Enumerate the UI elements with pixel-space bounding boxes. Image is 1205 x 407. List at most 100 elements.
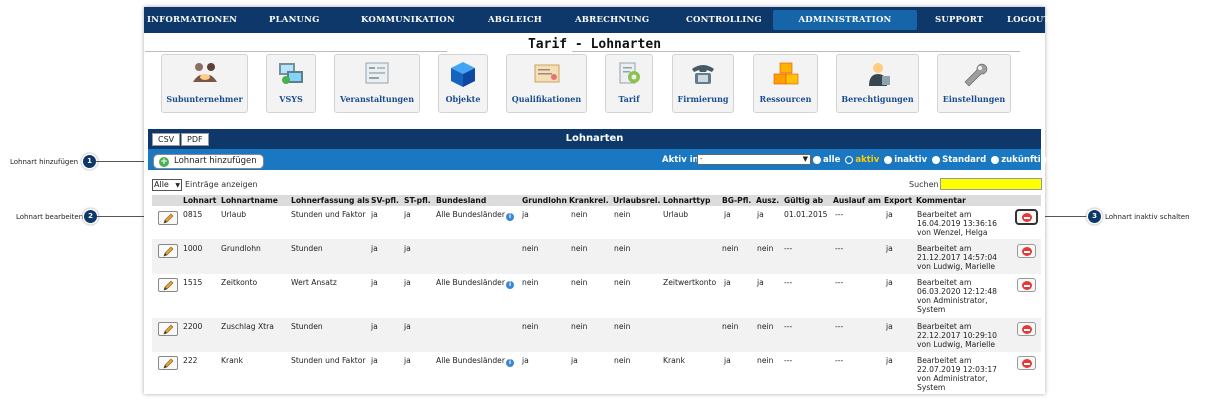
tile-einstellungen[interactable]: Einstellungen — [937, 54, 1011, 113]
cell-sv: ja — [371, 210, 378, 219]
col-krankrel[interactable]: Krankrel. — [569, 195, 609, 206]
deactivate-button[interactable] — [1017, 322, 1036, 336]
deactivate-button[interactable] — [1017, 356, 1036, 370]
cell-grundlohn: ja — [522, 210, 529, 219]
col-export[interactable]: Export — [884, 195, 912, 206]
nav-abgleich[interactable]: ABGLEICH — [488, 7, 542, 33]
edit-button[interactable] — [158, 356, 178, 370]
deactivate-button[interactable] — [1017, 244, 1036, 258]
col-auslauf-am[interactable]: Auslauf am — [833, 195, 881, 206]
chevron-down-icon: ▼ — [175, 182, 180, 189]
nav-planung[interactable]: PLANUNG — [269, 7, 320, 33]
nav-kommunikation[interactable]: KOMMUNIKATION — [361, 7, 455, 33]
radio-label: aktiv — [855, 155, 880, 165]
cell-bg: nein — [722, 244, 739, 253]
table-row — [152, 318, 1041, 352]
col-lohnerfassung[interactable]: Lohnerfassung als — [291, 195, 369, 206]
col-grundlohn[interactable]: Grundlohn — [522, 195, 567, 206]
info-icon[interactable]: i — [505, 359, 514, 367]
tile-label: Objekte — [445, 94, 481, 104]
cell-urlaub: nein — [614, 356, 631, 365]
cell-gueltig: 01.01.2015 — [784, 210, 828, 219]
col-bundesland[interactable]: Bundesland — [436, 195, 486, 206]
certificate-icon — [534, 64, 559, 83]
callout-label-3: Lohnart inaktiv schalten — [1105, 213, 1190, 221]
tile-tarif[interactable]: Tarif — [605, 54, 653, 113]
radio-inaktiv[interactable]: inaktiv — [884, 155, 927, 165]
cell-name: Zeitkonto — [221, 278, 258, 287]
cell-krank: nein — [571, 322, 588, 331]
add-lohnart-button[interactable]: + Lohnart hinzufügen — [153, 154, 264, 169]
nav-controlling[interactable]: CONTROLLING — [686, 7, 762, 33]
edit-button[interactable] — [158, 322, 178, 336]
radio-label: Standard — [942, 155, 987, 165]
tile-qualifikationen[interactable]: Qualifikationen — [506, 54, 587, 113]
minus-circle-icon — [1022, 359, 1032, 368]
radio-aktiv[interactable]: aktiv — [845, 155, 879, 165]
radio-standard[interactable]: Standard — [932, 155, 986, 165]
cell-auslauf: --- — [835, 278, 844, 287]
entries-length-select[interactable]: Alle ▼ — [152, 179, 182, 191]
radio-label: alle — [823, 155, 841, 165]
deactivate-button[interactable] — [1015, 209, 1038, 225]
tile-label: Ressourcen — [759, 94, 812, 104]
nav-abrechnung[interactable]: ABRECHNUNG — [575, 7, 649, 33]
radio-alle[interactable]: alle — [813, 155, 840, 165]
info-icon[interactable]: i — [505, 213, 514, 221]
col-gueltig-ab[interactable]: Gültig ab — [784, 195, 823, 206]
callout-badge-1: 1 — [83, 155, 96, 168]
deactivate-button[interactable] — [1017, 278, 1036, 292]
cell-urlaub: nein — [614, 278, 631, 287]
nav-logout[interactable]: LOGOUT — [1007, 7, 1050, 33]
add-lohnart-label: Lohnart hinzufügen — [174, 156, 257, 166]
tile-subunternehmer[interactable]: Subunternehmer — [161, 54, 248, 113]
info-icon[interactable]: i — [505, 281, 514, 289]
col-lohnart[interactable]: Lohnart — [183, 195, 216, 206]
pdf-button[interactable]: PDF — [181, 133, 209, 146]
kommentar-line: Bearbeitet am — [917, 322, 972, 331]
cell-typ: Zeitwertkonto — [663, 278, 717, 287]
tile-vsys[interactable]: VSYS — [266, 54, 316, 113]
pencil-icon — [163, 246, 174, 257]
search-input[interactable] — [940, 178, 1042, 190]
col-urlaubsrel[interactable]: Urlaubsrel. — [613, 195, 660, 206]
aktiv-in-select[interactable]: - ▼ — [697, 154, 811, 165]
cell-urlaub: nein — [614, 244, 631, 253]
col-ausz[interactable]: Ausz. — [756, 195, 779, 206]
col-lohnarttyp[interactable]: Lohnarttyp — [663, 195, 710, 206]
cell-sv: ja — [371, 356, 378, 365]
cell-gueltig: --- — [784, 278, 793, 287]
nav-administration[interactable]: ADMINISTRATION — [773, 10, 917, 30]
tile-veranstaltungen[interactable]: Veranstaltungen — [334, 54, 420, 113]
edit-button[interactable] — [158, 211, 178, 225]
col-kommentar[interactable]: Kommentar — [916, 195, 966, 206]
edit-button[interactable] — [158, 244, 178, 258]
nav-informationen[interactable]: INFORMATIONEN — [147, 7, 237, 33]
col-st-pfl[interactable]: ST-pfl. — [404, 195, 431, 206]
nav-support[interactable]: SUPPORT — [935, 7, 983, 33]
tile-firmierung[interactable]: Firmierung — [672, 54, 734, 113]
csv-button[interactable]: CSV — [152, 133, 181, 146]
col-lohnartname[interactable]: Lohnartname — [221, 195, 278, 206]
cell-name: Krank — [221, 356, 243, 365]
cell-typ: Urlaub — [663, 210, 689, 219]
callout-badge-2: 2 — [84, 210, 97, 223]
tile-berechtigungen[interactable]: Berechtigungen — [836, 54, 919, 113]
cell-gueltig: --- — [784, 244, 793, 253]
tile-ressourcen[interactable]: Ressourcen — [753, 54, 818, 113]
cell-sv: ja — [371, 322, 378, 331]
aktiv-in-value: - — [700, 155, 703, 163]
col-bg-pfl[interactable]: BG-Pfl. — [722, 195, 751, 206]
kommentar-line: System — [917, 305, 946, 314]
cell-erfassung: Stunden — [291, 244, 323, 253]
edit-button[interactable] — [158, 278, 178, 292]
radio-zukuenftige[interactable]: zukünftige — [991, 155, 1052, 165]
minus-circle-icon — [1022, 325, 1032, 334]
cell-sv: ja — [371, 278, 378, 287]
kommentar-line: 06.03.2020 12:12:48 — [917, 287, 997, 296]
callout-label-2: Lohnart bearbeiten — [16, 213, 84, 221]
tile-objekte[interactable]: Objekte — [438, 54, 488, 113]
col-sv-pfl[interactable]: SV-pfl. — [371, 195, 399, 206]
kommentar-line: Bearbeitet am — [917, 356, 972, 365]
cell-krank: nein — [571, 244, 588, 253]
